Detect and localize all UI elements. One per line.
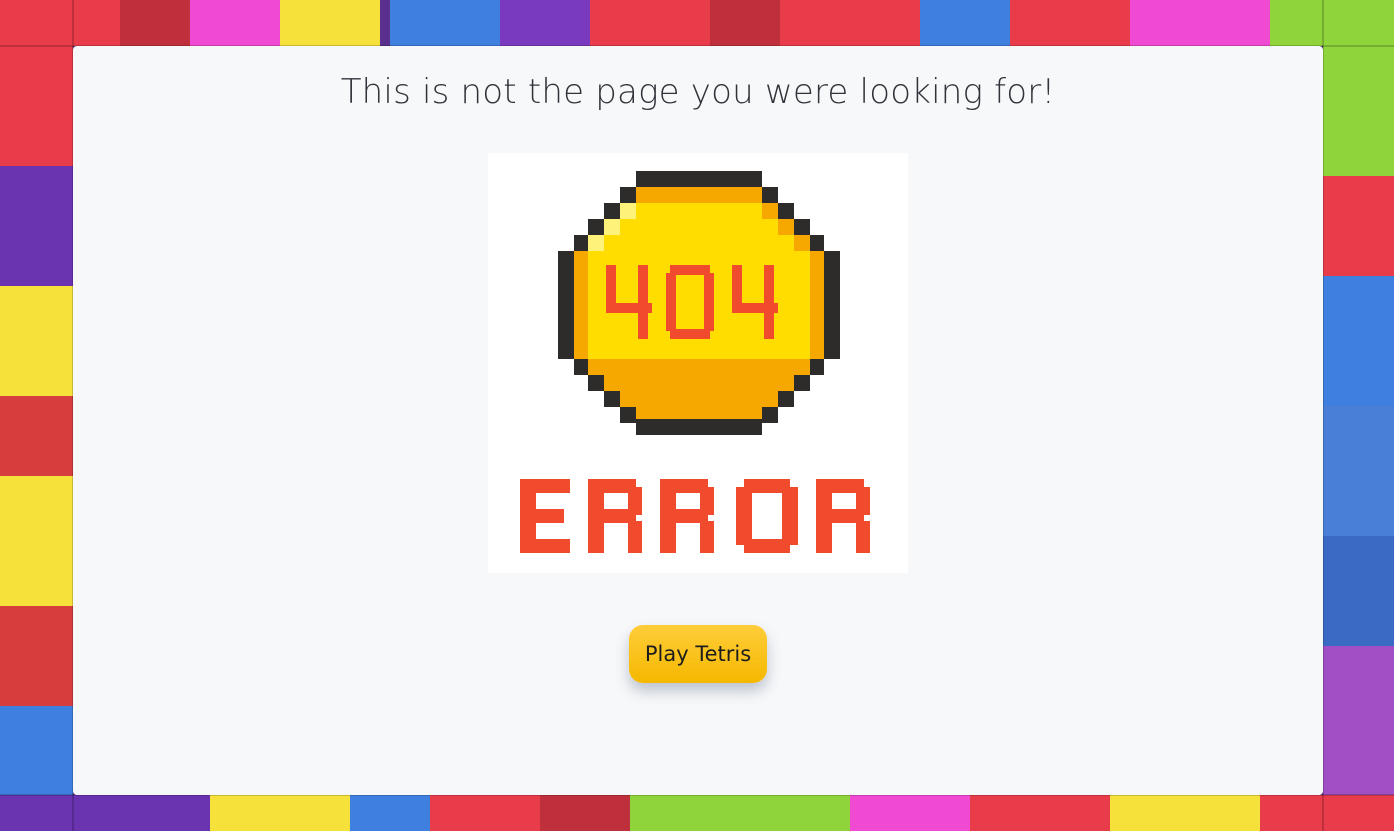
404-coin-illustration: [520, 171, 870, 553]
error-card: This is not the page you were looking fo…: [73, 46, 1323, 795]
play-tetris-button[interactable]: Play Tetris: [629, 625, 767, 683]
404-error-image: [488, 153, 908, 573]
page-heading: This is not the page you were looking fo…: [340, 72, 1056, 112]
